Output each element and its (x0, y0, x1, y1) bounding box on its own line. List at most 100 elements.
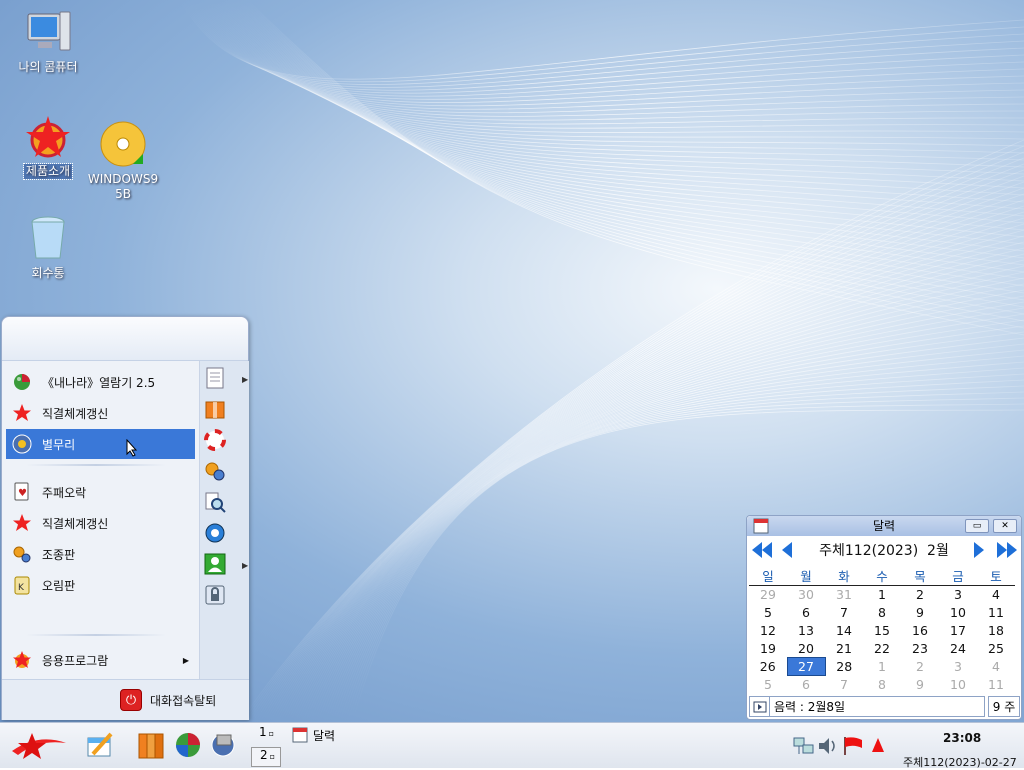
desktop-icon-label: 제품소개 (22, 163, 74, 180)
calendar-day[interactable]: 29 (749, 586, 787, 604)
calendar-day[interactable]: 15 (863, 622, 901, 640)
lock-screen-icon[interactable] (203, 583, 227, 607)
toggle-lunar-icon[interactable] (750, 696, 770, 717)
menu-item-label: 오림판 (42, 578, 76, 593)
calendar-day[interactable]: 19 (749, 640, 787, 658)
menu-item-label: 조종판 (42, 547, 76, 562)
next-month-button[interactable] (972, 539, 986, 561)
calendar-day[interactable]: 6 (787, 676, 825, 694)
settings-gears-icon[interactable] (203, 459, 227, 483)
taskbar: 1 ▫ 2 ▫ 달력 23:08 주체112(2023)-02-27 (0, 722, 1024, 769)
clock-time[interactable]: 23:08 (943, 731, 981, 745)
calendar-day[interactable]: 7 (825, 676, 863, 694)
computer-icon (24, 8, 72, 56)
calendar-day[interactable]: 23 (901, 640, 939, 658)
clipboard-icon: K (12, 575, 32, 595)
calendar-day[interactable]: 10 (939, 604, 977, 622)
workspace-1[interactable]: 1 ▫ (251, 725, 281, 745)
calendar-day[interactable]: 2 (901, 658, 939, 676)
calendar-day[interactable]: 22 (863, 640, 901, 658)
red-flag-icon[interactable] (842, 735, 864, 757)
calendar-day[interactable]: 6 (787, 604, 825, 622)
package-icon[interactable] (203, 397, 227, 421)
system-settings-icon[interactable] (203, 521, 227, 545)
calendar-day[interactable]: 5 (749, 676, 787, 694)
calendar-day[interactable]: 25 (977, 640, 1015, 658)
calendar-day[interactable]: 21 (825, 640, 863, 658)
calendar-day[interactable]: 20 (787, 640, 825, 658)
calendar-day[interactable]: 18 (977, 622, 1015, 640)
menu-item-card-game[interactable]: ♥ 주패오락 (6, 477, 195, 507)
calendar-day[interactable]: 24 (939, 640, 977, 658)
menu-item-control-panel[interactable]: 조종판 (6, 539, 195, 569)
calendar-day[interactable]: 4 (977, 658, 1015, 676)
calendar-day[interactable]: 26 (749, 658, 787, 676)
lifebuoy-help-icon[interactable] (203, 428, 227, 452)
start-menu-footer: ⏻ 대화접속탈퇴 (2, 679, 249, 720)
desktop-icon-my-computer[interactable]: 나의 콤퓨터 (6, 8, 90, 75)
desktop-icon-label: 나의 콤퓨터 (18, 60, 78, 74)
calendar-app-icon (292, 727, 308, 743)
calendar-day[interactable]: 3 (939, 586, 977, 604)
calendar-day[interactable]: 9 (901, 604, 939, 622)
calendar-day[interactable]: 12 (749, 622, 787, 640)
calendar-day[interactable]: 31 (825, 586, 863, 604)
media-launcher[interactable] (207, 729, 239, 761)
calendar-day[interactable]: 3 (939, 658, 977, 676)
user-accounts-icon[interactable] (203, 552, 227, 576)
maximize-button[interactable]: ▭ (965, 519, 989, 533)
calendar-day[interactable]: 28 (825, 658, 863, 676)
volume-icon[interactable] (817, 735, 839, 757)
calendar-day[interactable]: 7 (825, 604, 863, 622)
desktop-icon-windows95b[interactable]: WINDOWS95B (81, 120, 165, 202)
weekday-header: 금 (939, 566, 977, 586)
books-icon (138, 733, 164, 759)
submenu-arrow-icon: ▶ (182, 655, 189, 665)
close-button[interactable]: ✕ (993, 519, 1017, 533)
text-editor-launcher[interactable] (84, 729, 116, 761)
browser-launcher[interactable] (172, 729, 204, 761)
start-menu-button[interactable] (8, 729, 68, 761)
logout-label: 대화접속탈퇴 (150, 693, 217, 708)
calendar-day[interactable]: 13 (787, 622, 825, 640)
calendar-day[interactable]: 1 (863, 586, 901, 604)
menu-item-naenara-browser[interactable]: 《내나라》열람기 2.5 (6, 367, 195, 397)
calendar-day[interactable]: 11 (977, 604, 1015, 622)
menu-item-clipboard[interactable]: K 오림판 (6, 570, 195, 600)
logout-button[interactable]: ⏻ 대화접속탈퇴 (120, 688, 216, 712)
calendar-day[interactable]: 14 (825, 622, 863, 640)
network-icon[interactable] (793, 735, 815, 757)
calendar-day[interactable]: 30 (787, 586, 825, 604)
calendar-day[interactable]: 11 (977, 676, 1015, 694)
documents-icon[interactable] (203, 366, 227, 390)
calendar-day[interactable]: 1 (863, 658, 901, 676)
calendar-day[interactable]: 10 (939, 676, 977, 694)
calendar-day-today[interactable]: 27 (786, 657, 826, 676)
calendar-day[interactable]: 8 (863, 604, 901, 622)
menu-item-applications[interactable]: 응용프로그람 ▶ (6, 645, 195, 675)
file-manager-launcher[interactable] (135, 729, 167, 761)
calendar-day[interactable]: 16 (901, 622, 939, 640)
prev-month-button[interactable] (780, 539, 794, 561)
menu-item-byeolmuri[interactable]: 별무리 (6, 429, 195, 459)
calendar-day[interactable]: 2 (901, 586, 939, 604)
workspace-2[interactable]: 2 ▫ (251, 747, 281, 767)
desktop-icon-recycle-bin[interactable]: 회수통 (6, 214, 90, 281)
lunar-date-label: 음력 : 2월8일 (774, 700, 846, 714)
calendar-day[interactable]: 9 (901, 676, 939, 694)
menu-item-update-system-2[interactable]: 직결체계갱신 (6, 508, 195, 538)
calendar-day[interactable]: 4 (977, 586, 1015, 604)
search-icon[interactable] (203, 490, 227, 514)
desktop-icon-product-intro[interactable]: 제품소개 (6, 112, 90, 180)
calendar-titlebar[interactable]: 달력 ▭ ✕ (747, 516, 1021, 536)
desktop[interactable]: 나의 콤퓨터 제품소개 WINDOWS95B 회수통 《내나라》열람기 2.5 … (0, 0, 1024, 722)
prev-year-button[interactable] (750, 539, 774, 561)
calendar-day[interactable]: 8 (863, 676, 901, 694)
next-year-button[interactable] (995, 539, 1019, 561)
menu-item-update-system[interactable]: 직결체계갱신 (6, 398, 195, 428)
task-button-calendar[interactable]: 달력 (292, 726, 335, 744)
system-update-icon[interactable] (867, 735, 889, 757)
weekday-header: 수 (863, 566, 901, 586)
calendar-day[interactable]: 5 (749, 604, 787, 622)
calendar-day[interactable]: 17 (939, 622, 977, 640)
